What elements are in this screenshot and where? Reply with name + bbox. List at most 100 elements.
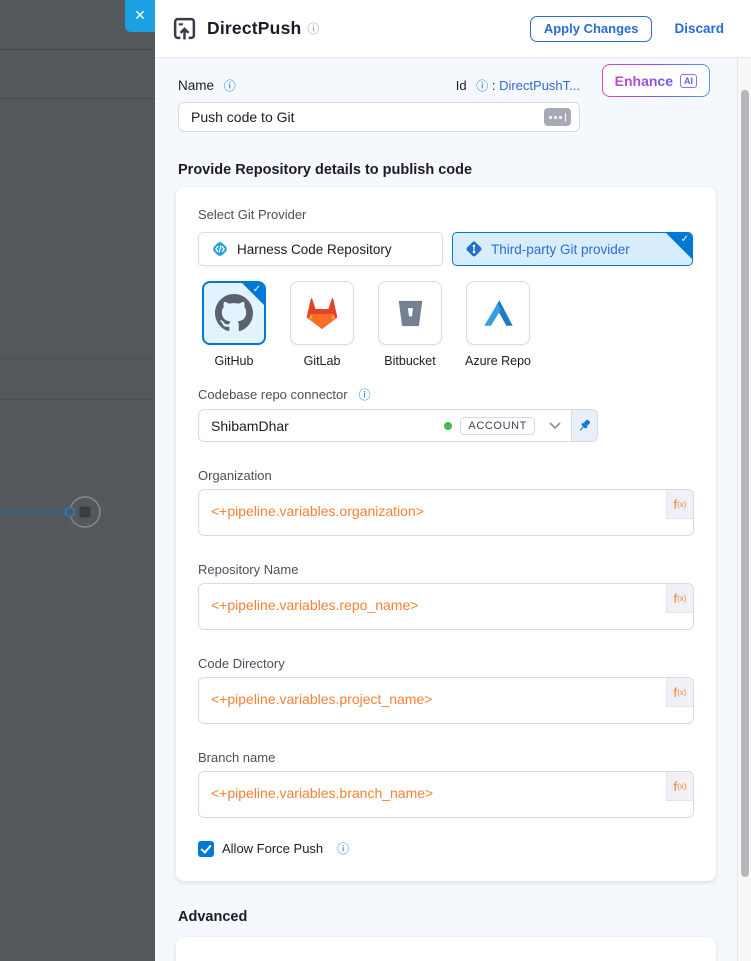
apply-changes-button[interactable]: Apply Changes: [530, 16, 653, 42]
enhance-ai-button[interactable]: Enhance AI: [602, 64, 710, 97]
vendor-label: Bitbucket: [384, 354, 435, 368]
name-section: Name ⓘ Id ⓘ : DirectPushT... Push code t…: [178, 77, 710, 132]
harness-code-icon: [211, 240, 229, 258]
selected-check-icon: ✓: [681, 234, 689, 245]
title-info-icon[interactable]: ⓘ: [307, 20, 319, 37]
connector-status-dot: [444, 422, 452, 430]
runtime-input-fx-button[interactable]: f(x): [666, 772, 693, 801]
name-input[interactable]: Push code to Git: [178, 102, 580, 132]
gitlab-icon: [302, 295, 342, 331]
canvas-stage-band: [0, 358, 155, 400]
pin-icon: [577, 418, 592, 433]
field-group-code-directory: Code Directory <+pipeline.variables.proj…: [198, 656, 694, 724]
panel-header: DirectPush ⓘ Apply Changes Discard: [155, 0, 751, 58]
provider-label: Third-party Git provider: [491, 242, 630, 257]
enhance-label: Enhance: [615, 73, 673, 89]
azure-repo-tile[interactable]: [466, 281, 530, 345]
field-group-repository-name: Repository Name <+pipeline.variables.rep…: [198, 562, 694, 630]
connector-value: ShibamDhar: [211, 418, 436, 434]
canvas-dot-grid: [0, 100, 155, 961]
id-info-icon[interactable]: ⓘ: [476, 79, 488, 93]
repository-name-input[interactable]: <+pipeline.variables.repo_name> f(x): [198, 583, 694, 630]
runtime-input-fx-button[interactable]: f(x): [666, 490, 693, 519]
app-root: ✕ DirectPush ⓘ Apply Changes Discard: [0, 0, 751, 961]
name-label-wrap: Name ⓘ: [178, 77, 236, 94]
id-label: Id: [456, 78, 467, 93]
vendor-label: Azure Repo: [465, 354, 531, 368]
name-labels-row: Name ⓘ Id ⓘ : DirectPushT...: [178, 77, 580, 94]
pipeline-end-node[interactable]: [0, 495, 110, 529]
force-push-row: Allow Force Push ⓘ: [198, 840, 694, 857]
chevron-down-icon[interactable]: [549, 422, 561, 430]
force-push-checkbox[interactable]: [198, 841, 214, 857]
git-vendor-tiles: ✓ GitHub GitLab: [202, 281, 694, 368]
id-value[interactable]: DirectPushT...: [499, 78, 580, 93]
force-push-info-icon[interactable]: ⓘ: [337, 840, 349, 857]
third-party-git-icon: [465, 240, 483, 258]
ai-badge: AI: [680, 74, 697, 88]
vendor-label: GitHub: [215, 354, 254, 368]
name-info-icon[interactable]: ⓘ: [224, 79, 236, 93]
field-label: Code Directory: [198, 656, 694, 671]
repo-section-heading: Provide Repository details to publish co…: [178, 162, 710, 178]
github-tile[interactable]: ✓: [202, 281, 266, 345]
directpush-step-icon: [172, 16, 197, 41]
id-separator: :: [492, 78, 496, 93]
azure-repo-icon: [481, 297, 515, 329]
panel-body: Name ⓘ Id ⓘ : DirectPushT... Push code t…: [155, 58, 737, 961]
vendor-label: GitLab: [304, 354, 341, 368]
field-label: Organization: [198, 468, 694, 483]
select-git-provider-label: Select Git Provider: [198, 207, 694, 222]
connector-label: Codebase repo connector: [198, 387, 348, 402]
advanced-card[interactable]: [176, 937, 716, 961]
name-input-value: Push code to Git: [191, 109, 295, 125]
pipeline-canvas: [0, 0, 155, 961]
provider-option-harness[interactable]: Harness Code Repository: [198, 232, 443, 266]
step-id: Id ⓘ : DirectPushT...: [456, 77, 580, 94]
code-directory-input[interactable]: <+pipeline.variables.project_name> f(x): [198, 677, 694, 724]
branch-name-input[interactable]: <+pipeline.variables.branch_name> f(x): [198, 771, 694, 818]
connector-label-wrap: Codebase repo connector ⓘ: [198, 386, 694, 403]
connector-scope-badge: ACCOUNT: [460, 417, 535, 435]
pin-connector-button[interactable]: [572, 409, 598, 442]
discard-button[interactable]: Discard: [674, 21, 724, 36]
field-label: Repository Name: [198, 562, 694, 577]
field-group-organization: Organization <+pipeline.variables.organi…: [198, 468, 694, 536]
connector-select[interactable]: ShibamDhar ACCOUNT: [198, 409, 572, 442]
advanced-heading: Advanced: [178, 909, 710, 925]
field-value: <+pipeline.variables.branch_name>: [211, 785, 433, 801]
field-value: <+pipeline.variables.organization>: [211, 503, 424, 519]
page-title: DirectPush: [207, 18, 301, 39]
panel-scrollbar[interactable]: [737, 58, 751, 961]
organization-input[interactable]: <+pipeline.variables.organization> f(x): [198, 489, 694, 536]
canvas-subheader-band: [0, 51, 155, 99]
provider-label: Harness Code Repository: [237, 242, 392, 257]
git-provider-options: Harness Code Repository Third-party Git …: [198, 232, 694, 266]
gitlab-tile[interactable]: [290, 281, 354, 345]
force-push-label: Allow Force Push: [222, 841, 323, 856]
scrollbar-thumb[interactable]: [741, 90, 749, 877]
vendor-github: ✓ GitHub: [202, 281, 266, 368]
bitbucket-tile[interactable]: [378, 281, 442, 345]
bitbucket-icon: [394, 297, 427, 330]
step-config-panel: DirectPush ⓘ Apply Changes Discard Name …: [155, 0, 751, 961]
header-actions: Apply Changes Discard: [530, 16, 724, 42]
edit-id-icon[interactable]: [544, 108, 571, 126]
field-value: <+pipeline.variables.project_name>: [211, 691, 432, 707]
field-group-branch-name: Branch name <+pipeline.variables.branch_…: [198, 750, 694, 818]
runtime-input-fx-button[interactable]: f(x): [666, 678, 693, 707]
connector-info-icon[interactable]: ⓘ: [359, 386, 371, 403]
close-icon: ✕: [134, 8, 146, 24]
vendor-azure-repo: Azure Repo: [466, 281, 530, 368]
connector-row: ShibamDhar ACCOUNT: [198, 409, 598, 442]
provider-option-third-party[interactable]: Third-party Git provider ✓: [452, 232, 693, 266]
close-panel-button[interactable]: ✕: [125, 0, 155, 32]
selected-check-icon: ✓: [253, 284, 261, 295]
field-value: <+pipeline.variables.repo_name>: [211, 597, 418, 613]
name-label: Name: [178, 78, 214, 93]
runtime-input-fx-button[interactable]: f(x): [666, 584, 693, 613]
field-label: Branch name: [198, 750, 694, 765]
vendor-bitbucket: Bitbucket: [378, 281, 442, 368]
vendor-gitlab: GitLab: [290, 281, 354, 368]
repo-details-card: Select Git Provider Harness Code Reposit…: [176, 187, 716, 881]
